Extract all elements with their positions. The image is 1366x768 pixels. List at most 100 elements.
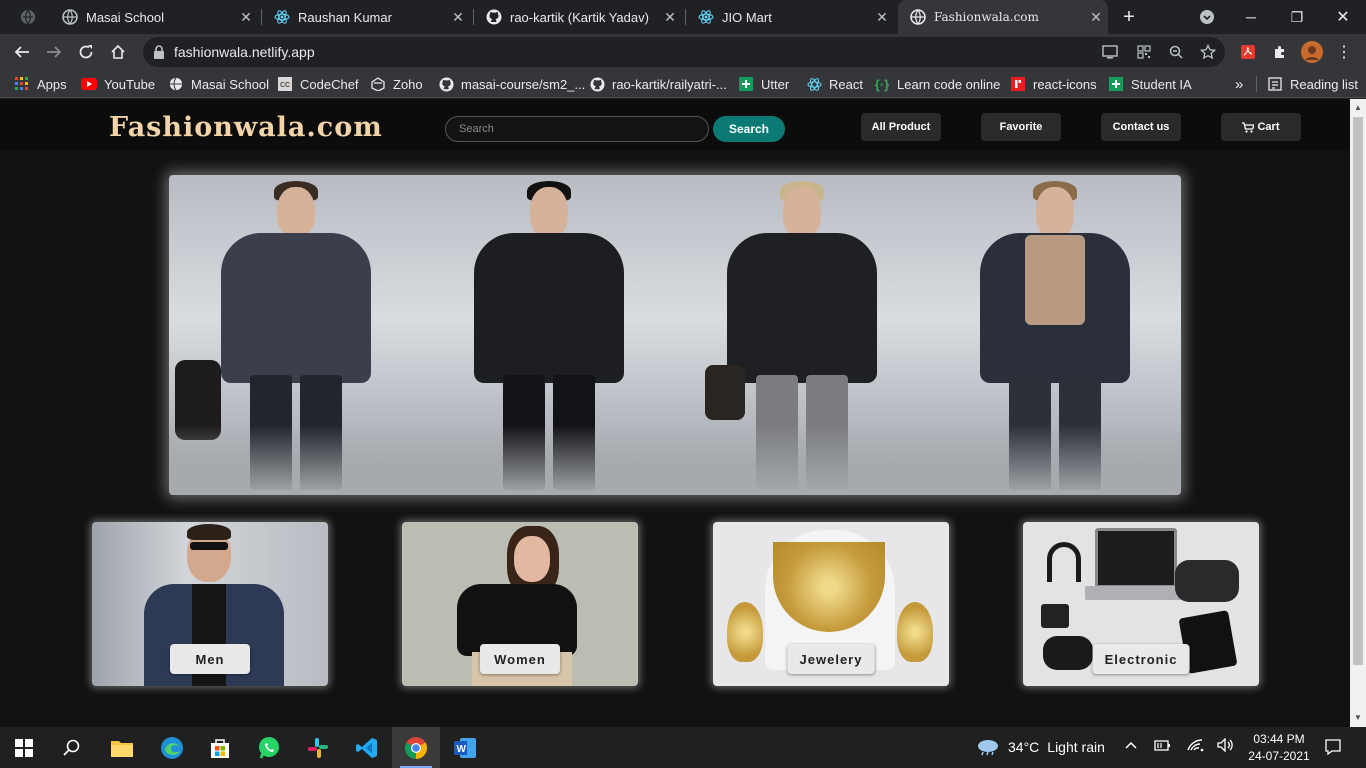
menu-kebab-icon[interactable]: ⋮	[1330, 38, 1358, 66]
close-tab-icon[interactable]: ✕	[446, 9, 470, 26]
all-product-button[interactable]: All Product	[861, 113, 941, 141]
new-tab-icon[interactable]: +	[1115, 3, 1143, 31]
react-icons-icon	[1010, 76, 1026, 92]
search-input[interactable]	[445, 116, 709, 142]
github-icon	[589, 76, 605, 92]
zoom-icon[interactable]	[1167, 43, 1185, 61]
whatsapp-icon[interactable]	[245, 727, 293, 768]
cast-icon[interactable]	[1101, 43, 1119, 61]
tab-jio-mart[interactable]: JIO Mart ✕	[686, 0, 894, 34]
chevron-up-icon[interactable]	[1124, 738, 1138, 755]
close-window-icon[interactable]: ✕	[1320, 0, 1366, 34]
close-tab-icon[interactable]: ✕	[234, 9, 258, 26]
zoho-icon	[370, 76, 386, 92]
reading-list-icon	[1267, 76, 1283, 92]
tab-rao-kartik[interactable]: rao-kartik (Kartik Yadav) ✕	[474, 0, 682, 34]
tab-title: Raushan Kumar	[298, 9, 392, 25]
bookmark-masai-course[interactable]: masai-course/sm2_...	[438, 75, 585, 93]
bookmark-codechef[interactable]: CC CodeChef	[277, 75, 359, 93]
notifications-icon[interactable]	[1324, 738, 1342, 759]
reading-list-button[interactable]: Reading list	[1267, 75, 1358, 93]
vscode-icon[interactable]	[343, 727, 391, 768]
bookmark-label: masai-course/sm2_...	[461, 76, 586, 92]
close-tab-icon[interactable]: ✕	[1084, 9, 1108, 26]
bookmark-star-icon[interactable]	[1199, 43, 1217, 61]
bookmarks-bar: Apps YouTube Masai School CC CodeChef Zo…	[0, 70, 1366, 98]
weather-temperature: 34°C	[1008, 739, 1040, 755]
github-icon	[438, 76, 454, 92]
extensions-puzzle-icon[interactable]	[1266, 38, 1294, 66]
contact-us-button[interactable]: Contact us	[1101, 113, 1181, 141]
file-explorer-icon[interactable]	[98, 727, 146, 768]
reload-icon[interactable]	[72, 38, 100, 66]
sheet-plus-icon	[1108, 76, 1124, 92]
restore-icon[interactable]: ❐	[1274, 0, 1320, 34]
home-icon[interactable]	[104, 38, 132, 66]
bookmark-youtube[interactable]: YouTube	[81, 75, 155, 93]
address-bar[interactable]: fashionwala.netlify.app	[143, 37, 1225, 67]
back-icon[interactable]	[8, 38, 36, 66]
scrollbar-thumb[interactable]	[1353, 117, 1363, 665]
close-tab-icon[interactable]: ✕	[870, 9, 894, 26]
windows-start-icon[interactable]	[0, 727, 48, 768]
category-card-electronic[interactable]: Electronic	[1023, 522, 1259, 686]
bookmark-zoho[interactable]: Zoho	[370, 75, 423, 93]
tab-title: Fashionwala.com	[934, 10, 1039, 24]
category-card-women[interactable]: Women	[402, 522, 638, 686]
model-figure	[169, 175, 422, 495]
bookmark-apps[interactable]: Apps	[14, 75, 67, 93]
volume-icon[interactable]	[1217, 737, 1235, 755]
system-clock[interactable]: 03:44 PM 24-07-2021	[1244, 731, 1314, 765]
bookmark-label: react-icons	[1033, 76, 1097, 92]
microsoft-store-icon[interactable]	[196, 727, 244, 768]
forward-icon[interactable]	[40, 38, 68, 66]
pdf-extension-icon[interactable]	[1234, 38, 1262, 66]
cart-icon	[1242, 121, 1255, 133]
taskbar-search-icon[interactable]	[48, 727, 96, 768]
bookmark-utter[interactable]: Utter	[738, 75, 789, 93]
tab-search-icon[interactable]	[14, 3, 42, 31]
profile-avatar[interactable]	[1298, 38, 1326, 66]
bookmark-railyatri[interactable]: rao-kartik/railyatri-...	[589, 75, 727, 93]
model-figure	[928, 175, 1181, 495]
site-logo[interactable]: Fashionwala.com	[109, 112, 383, 143]
tab-raushan-kumar[interactable]: Raushan Kumar ✕	[262, 0, 470, 34]
url-text: fashionwala.netlify.app	[174, 44, 315, 60]
tab-masai-school[interactable]: Masai School ✕	[50, 0, 258, 34]
lock-icon	[154, 45, 164, 59]
globe-icon	[910, 9, 926, 25]
tab-list-icon[interactable]	[1193, 3, 1221, 31]
minimize-icon[interactable]: ─	[1228, 0, 1274, 34]
chrome-icon[interactable]	[392, 727, 440, 768]
category-card-men[interactable]: Men	[92, 522, 328, 686]
bookmark-student-ia[interactable]: Student IA	[1108, 75, 1192, 93]
close-tab-icon[interactable]: ✕	[658, 9, 682, 26]
bookmark-masai-school[interactable]: Masai School	[168, 75, 269, 93]
category-card-jewelery[interactable]: Jewelery	[713, 522, 949, 686]
edge-browser-icon[interactable]	[148, 727, 196, 768]
weather-widget[interactable]: 34°C Light rain	[976, 738, 1105, 756]
bookmarks-overflow-button[interactable]: »	[1235, 75, 1243, 93]
category-label: Women	[480, 644, 560, 674]
tab-fashionwala[interactable]: Fashionwala.com ✕	[898, 0, 1108, 34]
model-figure	[675, 175, 928, 495]
bookmark-react-icons[interactable]: react-icons	[1010, 75, 1097, 93]
category-label: Men	[170, 644, 250, 674]
apps-grid-icon	[14, 76, 30, 92]
bookmark-react[interactable]: React	[806, 75, 863, 93]
word-icon[interactable]: W	[441, 727, 489, 768]
category-label: Jewelery	[787, 644, 875, 674]
code-braces-icon: {·}	[874, 76, 890, 92]
clock-date: 24-07-2021	[1248, 749, 1310, 763]
search-button[interactable]: Search	[713, 116, 785, 142]
page-scrollbar[interactable]: ▲ ▼	[1350, 99, 1366, 727]
react-icon	[274, 10, 290, 24]
favorite-button[interactable]: Favorite	[981, 113, 1061, 141]
wifi-icon[interactable]	[1187, 738, 1205, 755]
slack-icon[interactable]	[294, 727, 342, 768]
battery-icon[interactable]	[1154, 738, 1172, 755]
react-icon	[698, 10, 714, 24]
qr-code-icon[interactable]	[1135, 43, 1153, 61]
bookmark-learn-code-online[interactable]: {·} Learn code online	[874, 75, 1001, 93]
cart-button[interactable]: Cart	[1221, 113, 1301, 141]
